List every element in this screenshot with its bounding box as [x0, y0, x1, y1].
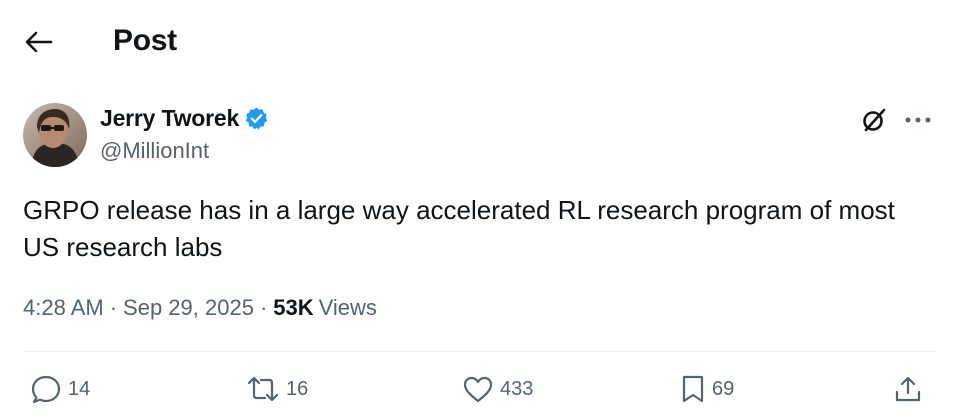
share-icon — [895, 376, 921, 402]
grok-icon — [863, 108, 886, 132]
avatar[interactable] — [23, 103, 87, 167]
post-date[interactable]: Sep 29, 2025 — [123, 293, 254, 323]
repost-button[interactable]: 16 — [246, 372, 308, 406]
separator-dot: · — [109, 295, 118, 320]
author-name-text: Jerry Tworek — [100, 105, 240, 131]
heart-icon — [463, 376, 493, 403]
post-text: GRPO release has in a large way accelera… — [23, 195, 895, 262]
reply-button[interactable]: 14 — [30, 372, 90, 406]
profile-photo — [23, 103, 87, 167]
share-button[interactable] — [893, 372, 923, 406]
grok-button[interactable] — [858, 104, 890, 136]
repost-count: 16 — [286, 377, 309, 400]
post-metadata: 4:28 AM · Sep 29, 2025 · 53K Views — [23, 293, 377, 323]
back-button[interactable] — [18, 22, 58, 62]
reply-count: 14 — [68, 377, 91, 400]
verified-badge-icon — [244, 106, 269, 131]
bookmark-button[interactable]: 69 — [680, 372, 734, 406]
reply-icon — [31, 375, 61, 404]
divider — [23, 351, 936, 352]
post-detail-page: Post Jerry Tworek @MillionInt GRPO relea… — [0, 0, 960, 419]
more-options-button[interactable] — [900, 104, 936, 136]
bookmark-icon — [682, 375, 704, 403]
page-title: Post — [113, 24, 177, 57]
separator-dot: · — [259, 295, 268, 320]
post-time[interactable]: 4:28 AM — [23, 293, 104, 323]
bookmark-count: 69 — [712, 377, 735, 400]
like-button[interactable]: 433 — [462, 372, 533, 406]
views-label: Views — [318, 295, 377, 320]
more-horizontal-icon — [905, 117, 931, 123]
author-name[interactable]: Jerry Tworek — [100, 104, 269, 132]
arrow-left-icon — [25, 31, 53, 53]
repost-icon — [247, 376, 279, 402]
author-handle[interactable]: @MillionInt — [100, 137, 209, 165]
views-count[interactable]: 53K — [273, 293, 313, 323]
like-count: 433 — [500, 377, 534, 400]
